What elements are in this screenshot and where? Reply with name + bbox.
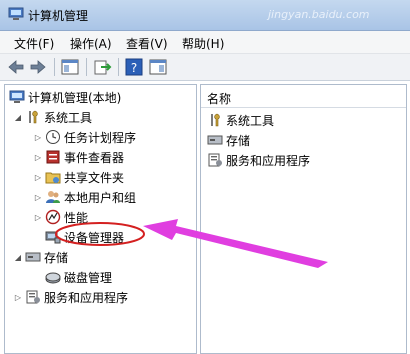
disk-icon: [45, 272, 61, 284]
watermark: jingyan.baidu.com: [268, 8, 370, 21]
tree-label: 服务和应用程序: [44, 290, 129, 305]
back-arrow-icon[interactable]: [6, 57, 26, 77]
collapsed-arrow-icon[interactable]: ▷: [33, 133, 43, 142]
tree-label: 磁盘管理: [64, 270, 113, 285]
window-title: 计算机管理: [28, 9, 89, 23]
title-bar: 计算机管理 jingyan.baidu.com: [0, 0, 410, 31]
list-item[interactable]: 系统工具: [205, 111, 274, 129]
svg-text:?: ?: [131, 61, 137, 75]
tree-item-system-tools[interactable]: ◢ 系统工具: [13, 107, 92, 127]
column-header-name[interactable]: 名称: [201, 85, 406, 108]
tree-item-services-apps[interactable]: ▷ 服务和应用程序: [13, 287, 128, 307]
list-item-label: 系统工具: [226, 113, 275, 128]
list-item[interactable]: 存储: [205, 131, 250, 149]
toolbar: ?: [0, 54, 410, 81]
menu-file[interactable]: 文件(F): [14, 35, 54, 52]
collapsed-arrow-icon[interactable]: ▷: [33, 193, 43, 202]
export-list-icon[interactable]: [92, 57, 112, 77]
tree-item-task-scheduler[interactable]: ▷ 任务计划程序: [33, 127, 136, 147]
toolbar-separator: [54, 58, 55, 76]
toolbar-separator: [118, 58, 119, 76]
forward-arrow-icon[interactable]: [28, 57, 48, 77]
tree-label: 事件查看器: [64, 150, 125, 165]
collapsed-arrow-icon[interactable]: ▷: [33, 173, 43, 182]
show-hide-tree-icon[interactable]: [60, 57, 80, 77]
tree-label: 性能: [64, 210, 89, 225]
list-item[interactable]: 服务和应用程序: [205, 151, 310, 169]
tools-icon: [211, 113, 220, 127]
device-manager-icon: [45, 231, 61, 244]
tree-item-shared-folders[interactable]: ▷ 共享文件夹: [33, 167, 124, 187]
list-item-label: 存储: [226, 133, 251, 148]
tree-label: 共享文件夹: [64, 170, 125, 185]
tree-label: 本地用户和组: [64, 190, 137, 205]
tree-label: 系统工具: [44, 110, 93, 125]
menu-bar: 文件(F) 操作(A) 查看(V) 帮助(H): [0, 31, 410, 54]
tree-item-event-viewer[interactable]: ▷ 事件查看器: [33, 147, 124, 167]
details-pane: 名称 系统工具 存储 服务和应用程序: [200, 84, 407, 354]
expanded-arrow-icon[interactable]: ◢: [13, 113, 23, 122]
menu-view[interactable]: 查看(V): [126, 35, 168, 52]
expanded-arrow-icon[interactable]: ◢: [13, 253, 23, 262]
shared-folder-icon: [45, 172, 61, 184]
tools-icon: [29, 110, 38, 124]
collapsed-arrow-icon[interactable]: ▷: [33, 153, 43, 162]
storage-icon: [207, 135, 223, 145]
help-icon[interactable]: ?: [124, 57, 144, 77]
tree-item-storage[interactable]: ◢ 存储: [13, 247, 68, 267]
toolbar-separator: [86, 58, 87, 76]
collapsed-arrow-icon[interactable]: ▷: [33, 213, 43, 222]
show-action-pane-icon[interactable]: [148, 57, 168, 77]
users-icon: [46, 191, 60, 203]
services-icon: [208, 153, 222, 167]
console-tree: 计算机管理(本地) ◢ 系统工具 ▷ 任务计划程序 ▷ 事件查看器 ▷ 共享文件…: [4, 84, 197, 354]
tree-item-local-users[interactable]: ▷ 本地用户和组: [33, 187, 136, 207]
tree-label: 存储: [44, 250, 69, 265]
tree-label: 任务计划程序: [64, 130, 137, 145]
list-item-label: 服务和应用程序: [226, 153, 311, 168]
event-viewer-icon: [46, 150, 60, 164]
content-area: 计算机管理(本地) ◢ 系统工具 ▷ 任务计划程序 ▷ 事件查看器 ▷ 共享文件…: [0, 82, 410, 354]
computer-management-icon: [8, 7, 24, 20]
tree-label: 设备管理器: [64, 230, 125, 245]
menu-action[interactable]: 操作(A): [70, 35, 112, 52]
computer-management-icon: [9, 90, 25, 103]
menu-help[interactable]: 帮助(H): [182, 35, 224, 52]
column-header-label: 名称: [207, 92, 232, 106]
clock-icon: [46, 130, 60, 144]
tree-item-disk-management[interactable]: 磁盘管理: [43, 267, 112, 287]
tree-item-root[interactable]: 计算机管理(本地): [7, 87, 121, 107]
tree-item-device-manager[interactable]: 设备管理器: [43, 227, 124, 247]
storage-icon: [25, 252, 41, 262]
performance-icon: [45, 209, 61, 225]
tree-item-performance[interactable]: ▷ 性能: [33, 207, 88, 227]
collapsed-arrow-icon[interactable]: ▷: [13, 293, 23, 302]
tree-label: 计算机管理(本地): [28, 90, 122, 105]
services-icon: [26, 290, 40, 304]
